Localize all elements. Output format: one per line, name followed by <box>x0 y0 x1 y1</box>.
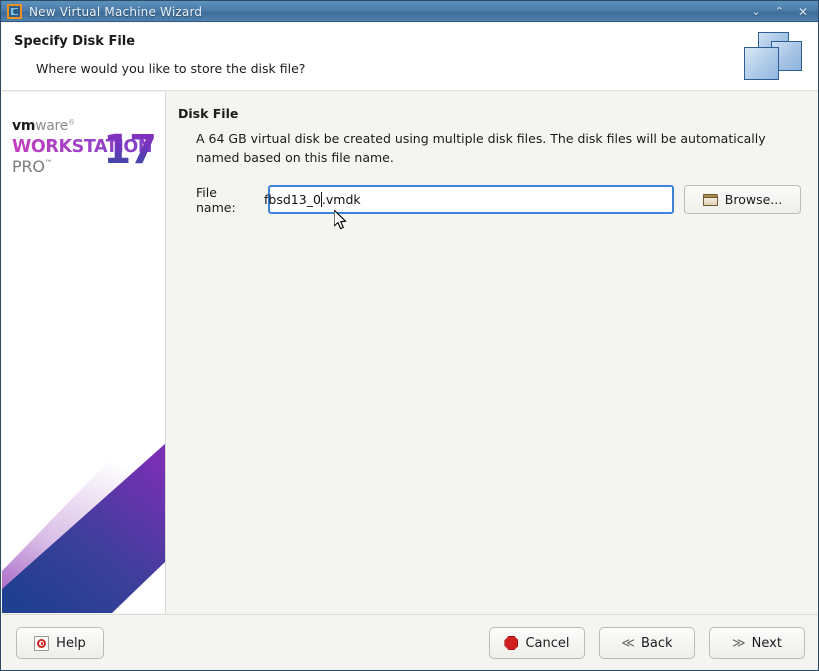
brand-version-number: 17 <box>103 127 157 173</box>
brand-pro-label: PRO <box>12 157 45 177</box>
brand-vm-text: vm <box>12 118 36 134</box>
filename-input[interactable] <box>268 185 674 215</box>
wizard-header: Specify Disk File Where would you like t… <box>2 23 818 91</box>
cancel-button[interactable]: Cancel <box>489 627 585 659</box>
chevron-right-icon: ≫ <box>732 635 746 651</box>
stacked-disks-icon <box>741 31 807 85</box>
footer-actions: Cancel ≪ Back ≫ Next <box>489 627 805 659</box>
filename-input-wrapper: fbsd13_0 .vmdk <box>257 185 674 215</box>
minimize-icon[interactable]: ⌄ <box>752 6 761 17</box>
page-subtitle: Where would you like to store the disk f… <box>36 61 306 76</box>
back-button[interactable]: ≪ Back <box>599 627 695 659</box>
brand-registered-mark: ® <box>68 118 75 127</box>
page-title: Specify Disk File <box>14 34 136 49</box>
lifebuoy-help-icon <box>34 635 50 651</box>
title-bar[interactable]: New Virtual Machine Wizard ⌄ ⌃ ✕ <box>1 1 818 22</box>
brand-ware-text: ware <box>35 118 69 134</box>
wizard-footer: Help Cancel ≪ Back ≫ Next <box>2 614 818 670</box>
maximize-icon[interactable]: ⌃ <box>775 6 784 17</box>
filename-label: File name: <box>196 184 236 215</box>
filename-row: File name: fbsd13_0 .vmdk Browse... <box>196 185 801 215</box>
branding-sidebar: vmware® WORKSTATION PRO™ 17 <box>2 92 166 613</box>
help-button[interactable]: Help <box>16 627 104 659</box>
new-virtual-machine-wizard-window: New Virtual Machine Wizard ⌄ ⌃ ✕ Specify… <box>0 0 819 671</box>
chevron-left-icon: ≪ <box>621 635 635 651</box>
section-title-disk-file: Disk File <box>178 106 239 121</box>
next-button[interactable]: ≫ Next <box>709 627 805 659</box>
browse-button-label: Browse... <box>724 192 783 208</box>
sidebar-artwork <box>2 443 165 613</box>
vmware-app-icon <box>7 4 22 19</box>
folder-icon <box>702 193 718 207</box>
browse-button[interactable]: Browse... <box>684 185 801 215</box>
section-description: A 64 GB virtual disk be created using mu… <box>196 131 766 166</box>
back-button-label: Back <box>641 635 673 651</box>
main-content: Disk File A 64 GB virtual disk be create… <box>167 92 818 613</box>
brand-trademark-mark: ™ <box>44 158 53 168</box>
window-title: New Virtual Machine Wizard <box>29 4 203 19</box>
next-button-label: Next <box>751 635 782 651</box>
stop-icon <box>504 636 519 650</box>
window-controls: ⌄ ⌃ ✕ <box>752 6 817 18</box>
close-icon[interactable]: ✕ <box>798 6 808 18</box>
cancel-button-label: Cancel <box>525 635 570 651</box>
help-button-label: Help <box>56 635 86 651</box>
